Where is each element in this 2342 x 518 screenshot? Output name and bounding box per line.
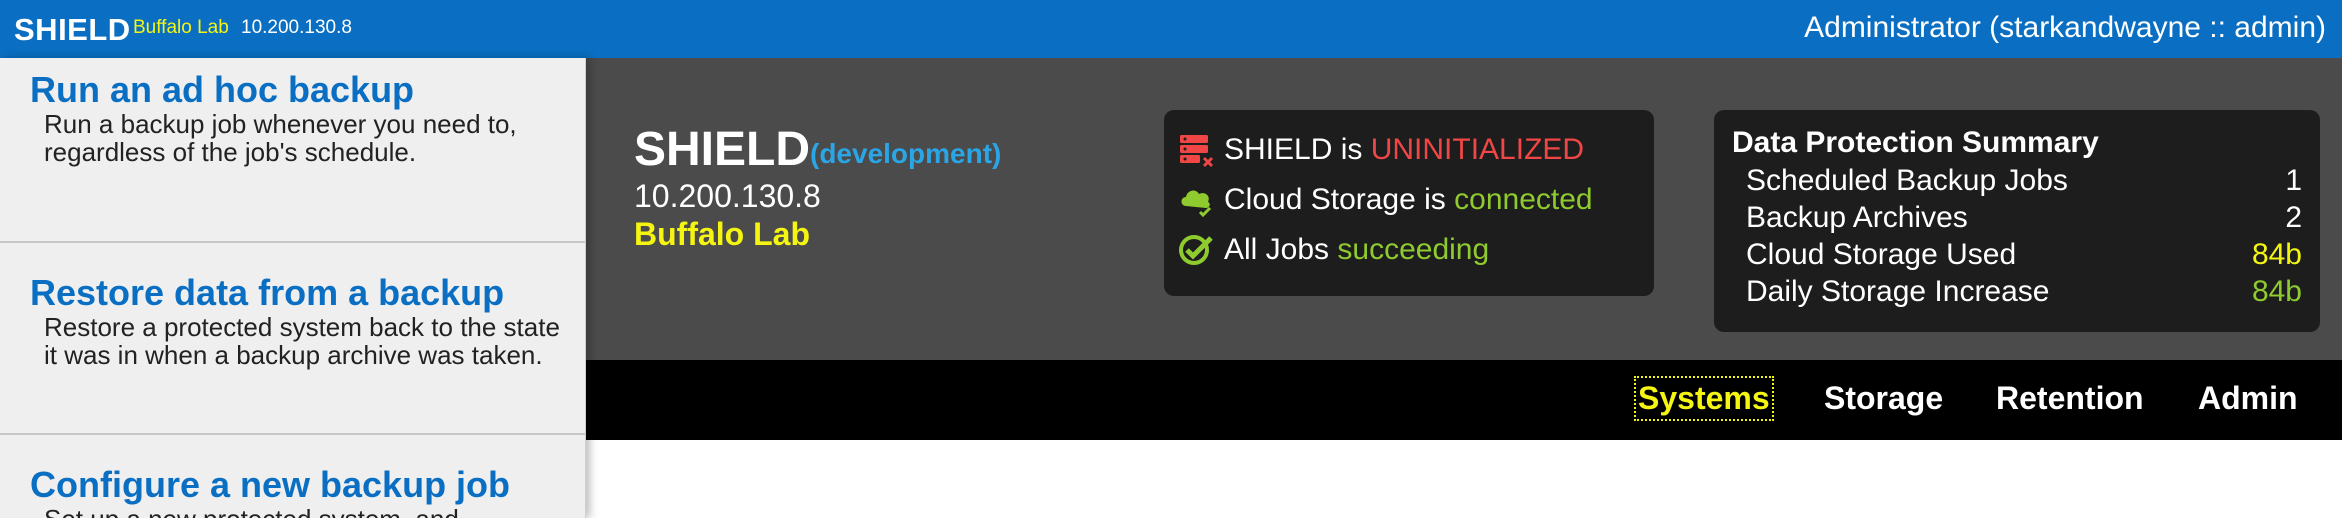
nav-systems[interactable]: Systems [1634, 376, 1774, 421]
summary-title: Data Protection Summary [1732, 126, 2099, 159]
status-row-jobs: All Jobs succeeding [1178, 230, 1489, 270]
hero-lab-name: Buffalo Lab [634, 216, 810, 252]
status-row-cloud: Cloud Storage is connected [1178, 180, 1593, 220]
environment-ip: 10.200.130.8 [241, 17, 352, 38]
status-label: Cloud Storage is [1224, 183, 1455, 216]
hero-ip: 10.200.130.8 [634, 178, 821, 214]
summary-row: Backup Archives 2 [1746, 201, 2302, 237]
top-bar: SHIELD Buffalo Lab 10.200.130.8 Administ… [0, 0, 2342, 58]
status-value: connected [1454, 183, 1593, 216]
main-nav: Systems Storage Retention Admin [586, 360, 2342, 440]
sidebar-item-description: Run a backup job whenever you need to, r… [44, 109, 517, 167]
sidebar-item-configure-job[interactable]: Configure a new backup job Set up a new … [30, 465, 570, 518]
summary-value: 1 [2285, 164, 2302, 197]
double-check-icon [1178, 232, 1214, 268]
sidebar-item-adhoc-backup[interactable]: Run an ad hoc backup Run a backup job wh… [30, 70, 570, 167]
nav-storage[interactable]: Storage [1824, 380, 1943, 417]
summary-value: 84b [2251, 275, 2302, 308]
sidebar-item-title[interactable]: Configure a new backup job [30, 465, 570, 505]
summary-row: Daily Storage Increase 84b [1746, 275, 2302, 311]
status-label: All Jobs [1224, 233, 1338, 266]
summary-row: Scheduled Backup Jobs 1 [1746, 164, 2302, 200]
sidebar-item-description: Set up a new protected system, and [44, 505, 570, 518]
user-menu[interactable]: Administrator (starkandwayne :: admin) [1804, 11, 2326, 45]
sidebar-item-restore[interactable]: Restore data from a backup Restore a pro… [30, 273, 570, 370]
page-title: SHIELD [634, 123, 811, 176]
status-value: succeeding [1337, 233, 1490, 266]
sidebar-item-description: Restore a protected system back to the s… [44, 312, 560, 370]
sidebar: Run an ad hoc backup Run a backup job wh… [0, 58, 586, 518]
sidebar-item-title[interactable]: Run an ad hoc backup [30, 70, 570, 110]
nav-admin[interactable]: Admin [2198, 380, 2298, 417]
status-value: UNINITIALIZED [1370, 133, 1585, 166]
sidebar-divider [0, 433, 585, 435]
sidebar-item-title[interactable]: Restore data from a backup [30, 273, 570, 313]
summary-value: 2 [2285, 201, 2302, 234]
summary-label: Cloud Storage Used [1746, 238, 2017, 271]
summary-value: 84b [2251, 238, 2302, 271]
sidebar-divider [0, 241, 585, 243]
environment-badge: (development) [810, 138, 1002, 169]
hero-panel: SHIELD (development) 10.200.130.8 Buffal… [586, 58, 2342, 360]
cloud-check-icon [1178, 182, 1214, 218]
summary-label: Daily Storage Increase [1746, 275, 2050, 308]
environment-name: Buffalo Lab [133, 17, 229, 38]
status-box: SHIELD is UNINITIALIZED Cloud Storage is… [1164, 110, 1654, 296]
brand-logo[interactable]: SHIELD [14, 12, 131, 48]
summary-row: Cloud Storage Used 84b [1746, 238, 2302, 274]
summary-label: Scheduled Backup Jobs [1746, 164, 2068, 197]
server-error-icon [1178, 132, 1214, 168]
status-label: SHIELD is [1224, 133, 1371, 166]
summary-label: Backup Archives [1746, 201, 1968, 234]
nav-retention[interactable]: Retention [1996, 380, 2144, 417]
data-protection-summary: Data Protection Summary Scheduled Backup… [1714, 110, 2320, 332]
status-row-shield: SHIELD is UNINITIALIZED [1178, 130, 1584, 170]
